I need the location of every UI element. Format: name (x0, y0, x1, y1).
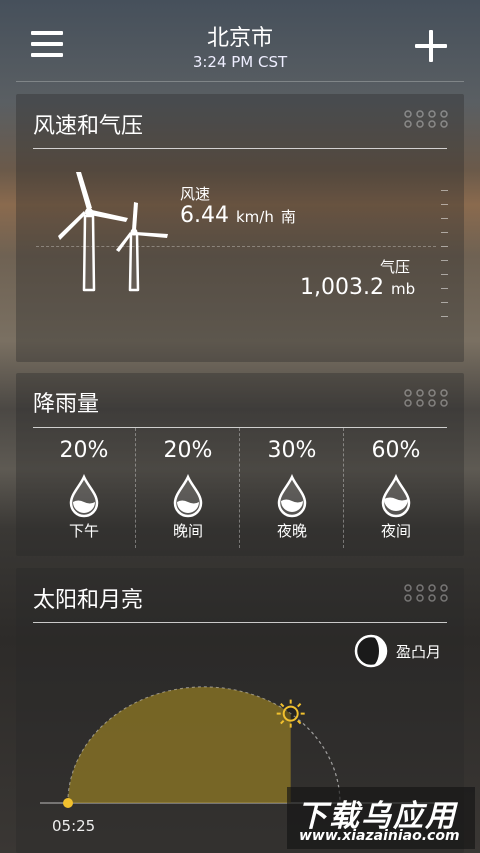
raindrop-icon (277, 474, 307, 518)
dots-decoration-icon (404, 110, 448, 128)
wind-speed-unit: km/h (235, 208, 274, 226)
precip-period-night: 30% 夜晚 (240, 428, 344, 548)
pressure-value: 1,003.2 (300, 275, 384, 300)
scale-divider (36, 246, 436, 247)
watermark: 下载乌应用 www.xiazainiao.com (287, 787, 475, 849)
moon-phase-label: 盈凸月 (396, 643, 442, 661)
sunrise-time: 05:25 (52, 817, 96, 835)
precip-percent: 20% (59, 438, 109, 463)
precip-period-label: 夜间 (380, 522, 411, 540)
dots-decoration-icon (404, 389, 448, 407)
header-divider (16, 81, 464, 82)
precip-percent: 20% (163, 438, 213, 463)
wind-pressure-title: 风速和气压 (33, 114, 144, 139)
wind-direction: 南 (280, 208, 296, 226)
watermark-en: www.xiazainiao.com (299, 828, 460, 844)
dots-decoration-icon (404, 584, 448, 602)
precip-period-label: 下午 (68, 522, 99, 540)
precip-period-afternoon: 20% 下午 (32, 428, 136, 548)
local-time: 3:24 PM CST (192, 53, 288, 71)
precip-period-late-night: 60% 夜间 (344, 428, 448, 548)
card-divider (33, 622, 447, 623)
wind-label: 风速 (180, 185, 211, 203)
app-header: 北京市 3:24 PM CST (0, 0, 480, 80)
wind-turbine-icon (58, 172, 168, 292)
card-divider (33, 148, 447, 149)
sun-moon-title: 太阳和月亮 (33, 588, 144, 613)
precipitation-title: 降雨量 (33, 392, 100, 417)
precip-period-label: 晚间 (172, 522, 203, 540)
raindrop-icon (69, 474, 99, 518)
precip-percent: 60% (371, 438, 421, 463)
pressure-unit: mb (390, 280, 416, 298)
sunrise-marker (63, 798, 73, 808)
wind-speed-value: 6.44 (180, 203, 229, 228)
precip-percent: 30% (267, 438, 317, 463)
wind-speed-readout: 6.44 km/h 南 (180, 203, 296, 228)
city-name[interactable]: 北京市 (0, 20, 480, 52)
daylight-fill (67, 686, 291, 803)
add-location-icon[interactable] (415, 30, 447, 62)
raindrop-icon (173, 474, 203, 518)
precip-period-label: 夜晚 (276, 522, 307, 540)
pressure-label: 气压 (380, 258, 411, 276)
raindrop-icon (381, 474, 411, 518)
pressure-readout: 1,003.2 mb (300, 275, 415, 300)
precip-period-evening: 20% 晚间 (136, 428, 240, 548)
pressure-scale (441, 190, 449, 320)
